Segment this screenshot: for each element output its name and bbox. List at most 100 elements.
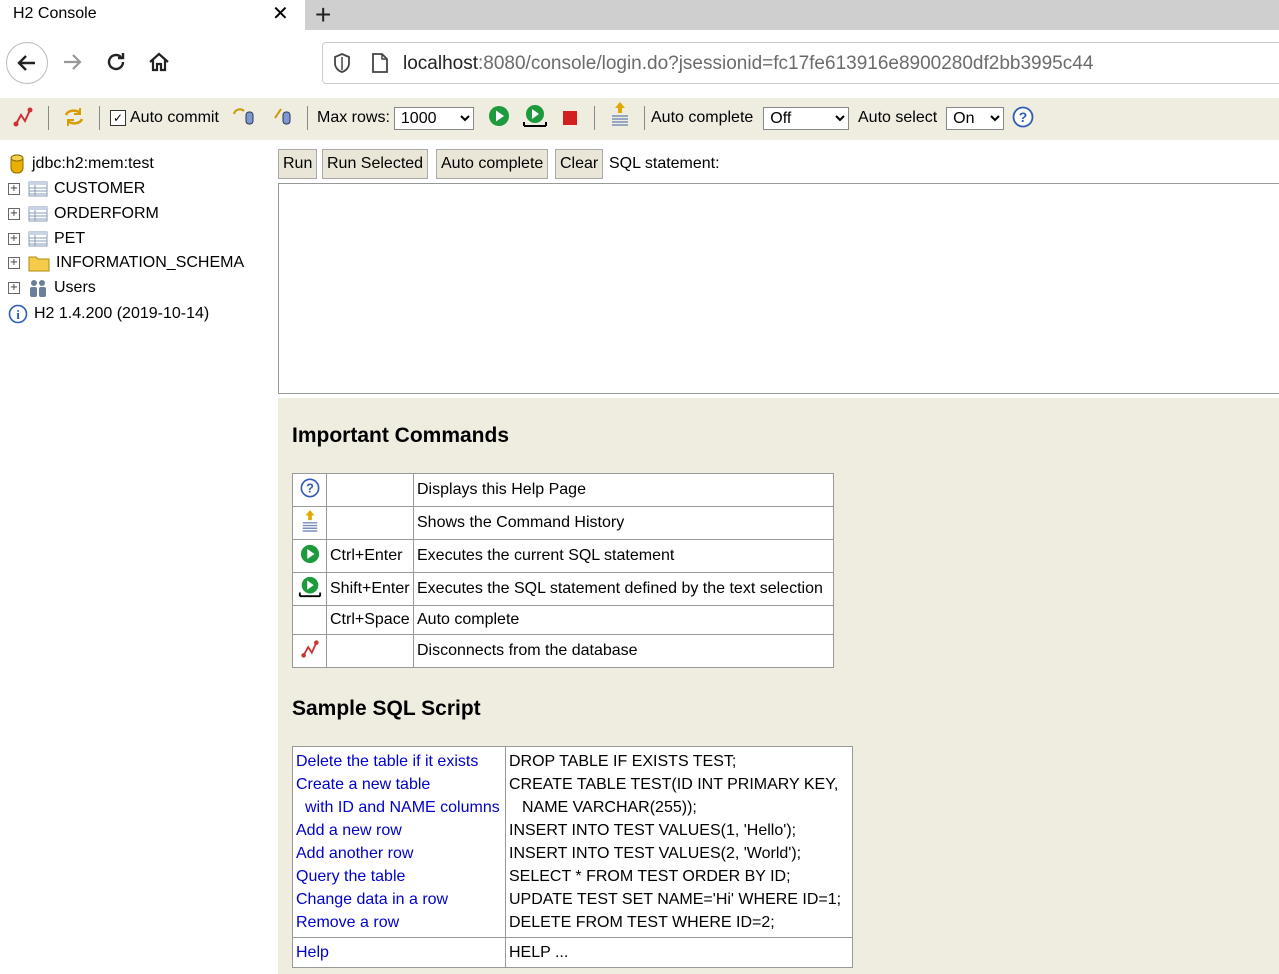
sample-sql-line: INSERT INTO TEST VALUES(1, 'Hello'); <box>509 822 797 839</box>
auto-select-label: Auto select <box>858 109 938 126</box>
auto-complete-select[interactable]: Off <box>763 106 850 130</box>
refresh-button[interactable] <box>62 105 86 129</box>
sample-link[interactable]: Query the table <box>296 865 502 888</box>
sample-sql-table: Delete the table if it exists Create a n… <box>292 746 853 968</box>
command-desc: Displays this Help Page <box>413 473 834 507</box>
home-button[interactable] <box>139 42 179 82</box>
url-bar[interactable]: localhost:8080/console/login.do?jsession… <box>322 42 1279 84</box>
run-toolbar-button[interactable] <box>488 104 510 128</box>
table-icon <box>28 181 48 197</box>
table-row: Shift+Enter Executes the SQL statement d… <box>292 572 834 606</box>
run-selected-icon <box>298 576 321 597</box>
clear-button[interactable]: Clear <box>555 149 604 179</box>
command-key: Ctrl+Space <box>326 605 414 635</box>
toolbar-separator <box>48 106 49 130</box>
command-desc: Shows the Command History <box>413 506 834 540</box>
home-icon <box>149 52 169 72</box>
sample-sql: DROP TABLE IF EXISTS TEST; CREATE TABLE … <box>505 746 853 938</box>
run-button[interactable]: Run <box>278 149 318 179</box>
run-selected-button[interactable]: Run Selected <box>322 149 429 179</box>
reload-button[interactable] <box>96 42 136 82</box>
help-link-cell: Help <box>292 937 506 968</box>
table-row: Help HELP ... <box>292 937 853 968</box>
folder-icon <box>28 254 50 272</box>
expand-icon[interactable]: + <box>8 208 20 220</box>
auto-complete-control: Auto complete Off <box>651 106 850 130</box>
sample-sql-line: DROP TABLE IF EXISTS TEST; <box>509 753 737 770</box>
sample-link[interactable]: Change data in a row <box>296 888 502 911</box>
result-panel: Important Commands ? Displays this Help … <box>278 398 1279 974</box>
tab-title: H2 Console <box>13 5 97 22</box>
toolbar-separator <box>594 106 595 130</box>
sample-link[interactable]: Delete the table if it exists <box>296 750 502 773</box>
help-link[interactable]: Help <box>296 941 502 964</box>
command-key <box>326 506 414 540</box>
history-toolbar-button[interactable] <box>609 102 631 126</box>
expand-icon[interactable]: + <box>8 257 20 269</box>
commit-icon <box>233 108 254 125</box>
tree-item-pet[interactable]: + PET <box>8 227 85 251</box>
command-key <box>326 634 414 668</box>
run-selected-icon <box>523 105 547 127</box>
auto-select-select[interactable]: On <box>946 106 1005 130</box>
stop-button[interactable] <box>561 106 579 130</box>
browser-tab-bar: H2 Console ✕ + <box>0 0 1279 30</box>
close-tab-icon[interactable]: ✕ <box>272 4 289 24</box>
command-desc: Auto complete <box>413 605 834 635</box>
tree-item-customer[interactable]: + CUSTOMER <box>8 177 145 201</box>
url-text[interactable]: localhost:8080/console/login.do?jsession… <box>403 53 1093 75</box>
expand-icon[interactable]: + <box>8 183 20 195</box>
new-tab-icon[interactable]: + <box>315 1 331 29</box>
tree-connection[interactable]: jdbc:h2:mem:test <box>8 152 154 176</box>
sample-link[interactable]: Create a new table <box>296 773 502 796</box>
help-toolbar-button[interactable]: ? <box>1012 105 1034 129</box>
back-button[interactable] <box>6 42 48 84</box>
auto-complete-button[interactable]: Auto complete <box>436 149 549 179</box>
tree-item-label: INFORMATION_SCHEMA <box>56 254 245 271</box>
table-row: Ctrl+Enter Executes the current SQL stat… <box>292 539 834 573</box>
sample-link[interactable]: Add a new row <box>296 819 502 842</box>
browser-tab[interactable]: H2 Console ✕ <box>0 0 305 30</box>
tree-version: i H2 1.4.200 (2019-10-14) <box>8 302 209 326</box>
help-sql: HELP ... <box>509 944 569 961</box>
table-cell <box>292 634 327 668</box>
sample-sql-line: DELETE FROM TEST WHERE ID=2; <box>509 914 775 931</box>
page-icon[interactable] <box>371 53 389 73</box>
reload-icon <box>107 53 125 71</box>
tree-item-label: CUSTOMER <box>54 180 146 197</box>
max-rows-select[interactable]: 1000 <box>393 106 474 130</box>
auto-commit-checkbox[interactable]: ✓ Auto commit <box>110 106 219 130</box>
users-icon <box>28 278 48 298</box>
command-desc: Executes the SQL statement defined by th… <box>413 572 834 606</box>
command-desc: Executes the current SQL statement <box>413 539 834 573</box>
rollback-icon <box>274 108 291 125</box>
toolbar-separator <box>307 106 308 130</box>
tree-item-users[interactable]: + Users <box>8 276 96 300</box>
svg-text:i: i <box>16 307 20 322</box>
browser-nav-bar: localhost:8080/console/login.do?jsession… <box>0 30 1279 99</box>
forward-button[interactable] <box>52 42 92 82</box>
sql-statement-label: SQL statement: <box>609 155 720 172</box>
connection-label: jdbc:h2:mem:test <box>32 155 154 172</box>
run-icon <box>300 544 319 563</box>
shield-icon[interactable] <box>333 53 351 73</box>
expand-icon[interactable]: + <box>8 282 20 294</box>
tree-item-information-schema[interactable]: + INFORMATION_SCHEMA <box>8 251 244 275</box>
disconnect-button[interactable] <box>12 105 34 129</box>
sample-link[interactable]: Add another row <box>296 842 502 865</box>
sample-link[interactable]: with ID and NAME columns <box>296 796 502 819</box>
database-icon <box>8 153 26 175</box>
expand-icon[interactable]: + <box>8 233 20 245</box>
disconnect-icon <box>300 639 319 658</box>
commit-button[interactable] <box>232 104 256 128</box>
run-selected-toolbar-button[interactable] <box>522 104 548 128</box>
table-cell <box>292 506 327 540</box>
rollback-button[interactable] <box>272 104 294 128</box>
sample-link[interactable]: Remove a row <box>296 911 502 934</box>
tree-item-orderform[interactable]: + ORDERFORM <box>8 202 159 226</box>
important-commands-title: Important Commands <box>292 424 510 447</box>
checkbox-checked-icon[interactable]: ✓ <box>110 110 126 126</box>
run-icon <box>489 106 509 126</box>
max-rows-label: Max rows: <box>317 109 390 126</box>
sql-input[interactable] <box>278 183 1279 394</box>
